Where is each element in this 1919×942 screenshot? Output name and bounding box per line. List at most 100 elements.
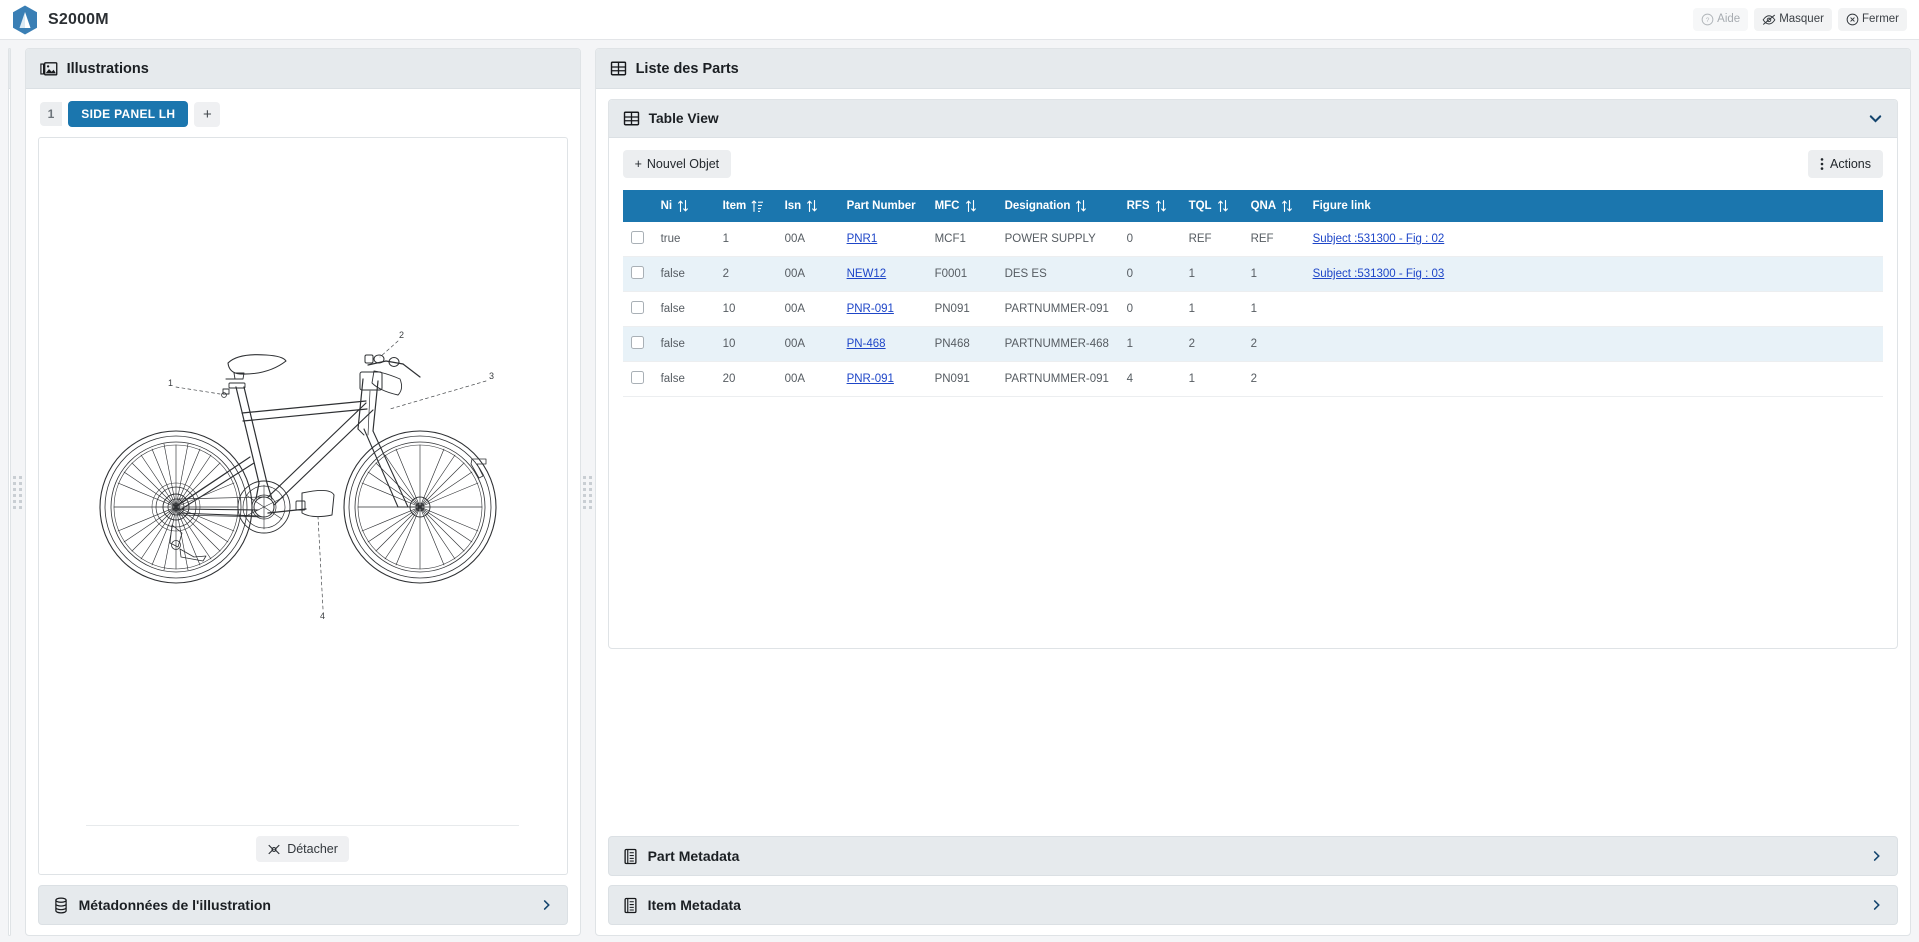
th-item[interactable]: Item — [714, 190, 777, 222]
illustrations-panel-title: Illustrations — [66, 60, 149, 77]
illustration-tab-side-panel-lh[interactable]: SIDE PANEL LH — [68, 101, 189, 127]
table-row[interactable]: true 1 00A PNR1 MCF1 POWER SUPPLY 0 REF … — [622, 222, 1884, 257]
help-button[interactable]: ? Aide — [1693, 8, 1749, 31]
row-checkbox[interactable] — [630, 301, 644, 314]
part-number-link[interactable]: PNR1 — [847, 233, 878, 245]
sort-updown-icon — [678, 199, 689, 213]
illustrations-panel-body: 1 SIDE PANEL LH + 1 2 3 4 Détacher Métad… — [26, 89, 580, 935]
table-icon — [623, 111, 639, 126]
th-mfc[interactable]: MFC — [926, 190, 997, 222]
cell-part-number[interactable]: PNR1 — [838, 222, 927, 257]
cell-rfs: 0 — [1118, 222, 1181, 257]
unlink-icon — [268, 844, 280, 854]
actions-button[interactable]: Actions — [1808, 150, 1884, 178]
chevron-right-icon — [1873, 900, 1880, 910]
new-object-button[interactable]: + Nouvel Objet — [622, 150, 732, 178]
row-checkbox[interactable] — [630, 231, 644, 244]
row-checkbox-cell[interactable] — [622, 361, 653, 397]
detach-button[interactable]: Détacher — [256, 836, 349, 862]
row-checkbox-cell[interactable] — [622, 222, 653, 257]
cell-ni: false — [652, 361, 715, 397]
left-splitter[interactable] — [11, 48, 25, 936]
cell-tql: 2 — [1180, 326, 1243, 362]
row-checkbox-cell[interactable] — [622, 291, 653, 327]
row-checkbox-cell[interactable] — [622, 256, 653, 292]
th-ni[interactable]: Ni — [652, 190, 715, 222]
th-mfc-label: MFC — [934, 200, 960, 212]
th-isn[interactable]: Isn — [776, 190, 839, 222]
row-checkbox[interactable] — [630, 371, 644, 384]
cell-isn: 00A — [776, 326, 839, 362]
add-illustration-button[interactable]: + — [194, 101, 221, 127]
cell-figure-link[interactable]: Subject :531300 - Fig : 03 — [1304, 256, 1884, 292]
th-part-number[interactable]: Part Number — [838, 190, 927, 222]
figure-link[interactable]: Subject :531300 - Fig : 03 — [1313, 268, 1445, 280]
part-number-link[interactable]: PNR-091 — [847, 373, 894, 385]
cell-mfc: F0001 — [926, 256, 997, 292]
part-number-link[interactable]: PN-468 — [847, 338, 886, 350]
part-number-link[interactable]: PNR-091 — [847, 303, 894, 315]
th-qna[interactable]: QNA — [1242, 190, 1305, 222]
cell-qna: REF — [1242, 222, 1305, 257]
bicycle-line-drawing: 1 2 3 4 — [99, 330, 497, 621]
part-metadata-section[interactable]: Part Metadata — [607, 836, 1899, 876]
table-row[interactable]: false 10 00A PNR-091 PN091 PARTNUMMER-09… — [622, 291, 1884, 327]
sort-updown-icon — [1155, 199, 1166, 213]
cell-item: 1 — [714, 222, 777, 257]
table-row[interactable]: false 10 00A PN-468 PN468 PARTNUMMER-468… — [622, 326, 1884, 362]
cell-part-number[interactable]: PNR-091 — [838, 291, 927, 327]
table-view-card: Table View + Nouvel Objet Actions Ni Ite… — [607, 99, 1899, 649]
cell-qna: 1 — [1242, 291, 1305, 327]
row-checkbox[interactable] — [630, 336, 644, 349]
cell-designation: POWER SUPPLY — [996, 222, 1119, 257]
illustration-metadata-section[interactable]: Métadonnées de l'illustration — [37, 885, 568, 925]
document-list-icon — [624, 897, 637, 913]
sort-updown-icon — [1076, 199, 1087, 213]
topbar-actions: ? Aide Masquer Fermer — [1693, 8, 1907, 31]
cell-item: 2 — [714, 256, 777, 292]
table-row[interactable]: false 20 00A PNR-091 PN091 PARTNUMMER-09… — [622, 361, 1884, 397]
sort-amount-asc-icon — [751, 200, 764, 212]
th-select-all — [622, 190, 653, 222]
cell-designation: PARTNUMMER-091 — [996, 361, 1119, 397]
th-rfs[interactable]: RFS — [1118, 190, 1181, 222]
hide-button[interactable]: Masquer — [1754, 8, 1832, 31]
cell-rfs: 4 — [1118, 361, 1181, 397]
cell-part-number[interactable]: PN-468 — [838, 326, 927, 362]
detach-button-label: Détacher — [287, 842, 338, 856]
help-button-label: Aide — [1717, 12, 1741, 25]
cell-qna: 2 — [1242, 361, 1305, 397]
close-circle-icon — [1846, 13, 1859, 26]
images-icon — [39, 61, 57, 76]
cell-mfc: PN091 — [926, 291, 997, 327]
illustration-canvas[interactable]: 1 2 3 4 Détacher — [37, 137, 568, 875]
part-number-link[interactable]: NEW12 — [847, 268, 887, 280]
table-row[interactable]: false 2 00A NEW12 F0001 DES ES 0 1 1 Sub… — [622, 256, 1884, 292]
row-checkbox-cell[interactable] — [622, 326, 653, 362]
table-view-header[interactable]: Table View — [608, 100, 1898, 138]
cell-part-number[interactable]: PNR-091 — [838, 361, 927, 397]
splitter-grip-icon — [583, 475, 593, 509]
close-button[interactable]: Fermer — [1837, 8, 1907, 31]
table-toolbar: + Nouvel Objet Actions — [622, 150, 1884, 178]
illustration-tabs: 1 SIDE PANEL LH + — [38, 99, 568, 137]
right-splitter[interactable] — [581, 48, 595, 936]
cell-ni: true — [652, 222, 715, 257]
figure-link[interactable]: Subject :531300 - Fig : 02 — [1313, 233, 1445, 245]
parts-table: Ni Item Isn Part Number MFC Designation … — [622, 190, 1884, 397]
item-metadata-section[interactable]: Item Metadata — [607, 885, 1899, 925]
cell-designation: PARTNUMMER-091 — [996, 291, 1119, 327]
row-checkbox[interactable] — [630, 266, 644, 279]
th-designation[interactable]: Designation — [996, 190, 1119, 222]
th-figure-link[interactable]: Figure link — [1304, 190, 1884, 222]
cell-tql: 1 — [1180, 361, 1243, 397]
cell-qna: 2 — [1242, 326, 1305, 362]
cell-part-number[interactable]: NEW12 — [838, 256, 927, 292]
chevron-down-icon[interactable] — [1868, 111, 1883, 126]
callout-4: 4 — [320, 611, 325, 621]
callout-2: 2 — [399, 330, 404, 340]
th-tql[interactable]: TQL — [1180, 190, 1243, 222]
sort-updown-icon — [1282, 199, 1293, 213]
cell-ni: false — [652, 291, 715, 327]
cell-figure-link[interactable]: Subject :531300 - Fig : 02 — [1304, 222, 1884, 257]
